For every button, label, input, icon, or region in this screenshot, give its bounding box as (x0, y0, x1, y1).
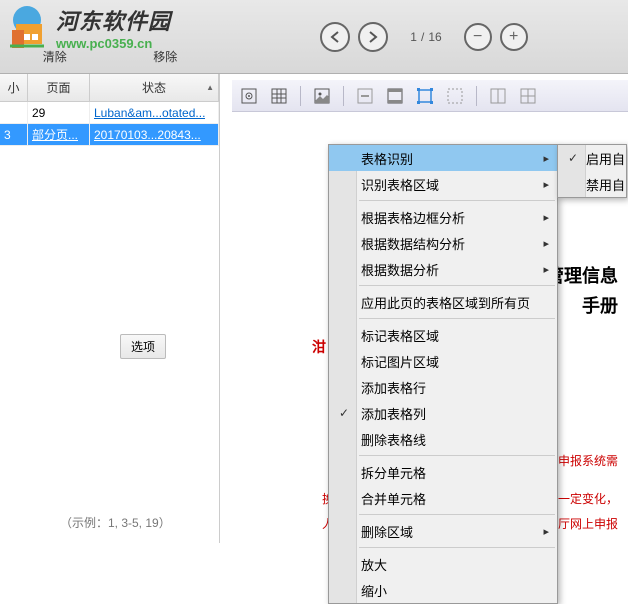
tool-columns-icon[interactable] (487, 85, 509, 107)
tool-crop-icon[interactable] (414, 85, 436, 107)
menu-item[interactable]: 表格识别 (329, 145, 557, 171)
tool-table-icon[interactable] (517, 85, 539, 107)
menu-item[interactable]: 标记表格区域 (329, 322, 557, 348)
menu-item[interactable]: 放大 (329, 551, 557, 577)
watermark-title: 河东软件园 (56, 4, 171, 36)
menu-item[interactable]: 根据数据结构分析 (329, 230, 557, 256)
watermark-url: www.pc0359.cn (56, 36, 171, 51)
menu-item[interactable]: 拆分单元格 (329, 459, 557, 485)
zoom-out-button[interactable]: − (464, 23, 492, 51)
tool-grid-icon[interactable] (268, 85, 290, 107)
tool-image-icon[interactable] (311, 85, 333, 107)
table-row[interactable]: 29 Luban&am...otated... (0, 102, 219, 124)
separator (343, 86, 344, 106)
page-indicator: 1 / 16 (410, 30, 441, 44)
submenu: 启用自禁用自 (557, 144, 627, 198)
tool-dashed-box-icon[interactable] (444, 85, 466, 107)
menu-item[interactable]: 添加表格行 (329, 374, 557, 400)
zoom-in-button[interactable]: + (500, 23, 528, 51)
menu-separator (359, 318, 555, 319)
col-header-size[interactable]: 小 (0, 74, 28, 101)
status-link[interactable]: Luban&am...otated... (94, 106, 205, 120)
menu-separator (359, 455, 555, 456)
separator (300, 86, 301, 106)
menu-item[interactable]: 识别表格区域 (329, 171, 557, 197)
menu-item[interactable]: 根据数据分析 (329, 256, 557, 282)
options-button[interactable]: 选项 (120, 334, 166, 359)
menu-item[interactable]: 根据表格边框分析 (329, 204, 557, 230)
menu-item[interactable]: 缩小 (329, 577, 557, 603)
submenu-item[interactable]: 禁用自 (558, 171, 626, 197)
table-row[interactable]: 3 部分页... 20170103...20843... (0, 124, 219, 146)
watermark-logo-icon (2, 2, 52, 52)
separator (476, 86, 477, 106)
next-page-button[interactable] (358, 22, 388, 52)
doc-text: 泔 (312, 337, 326, 357)
menu-item[interactable]: 删除表格线 (329, 426, 557, 452)
context-menu: 表格识别识别表格区域根据表格边框分析根据数据结构分析根据数据分析应用此页的表格区… (328, 144, 558, 604)
tool-minus-box-icon[interactable] (354, 85, 376, 107)
example-hint: （示例：1, 3-5, 19） (60, 514, 171, 531)
table-header: 小 页面 状态▲ (0, 74, 219, 102)
prev-page-button[interactable] (320, 22, 350, 52)
menu-separator (359, 200, 555, 201)
view-toolbar (232, 80, 628, 112)
col-header-status[interactable]: 状态▲ (90, 74, 219, 101)
menu-item[interactable]: 应用此页的表格区域到所有页 (329, 289, 557, 315)
menu-item[interactable]: 合并单元格 (329, 485, 557, 511)
menu-item[interactable]: 删除区域 (329, 518, 557, 544)
menu-separator (359, 547, 555, 548)
sort-asc-icon: ▲ (206, 83, 214, 92)
current-page[interactable]: 1 (410, 30, 417, 44)
menu-item[interactable]: 标记图片区域 (329, 348, 557, 374)
submenu-item[interactable]: 启用自 (558, 145, 626, 171)
tool-frame-icon[interactable] (384, 85, 406, 107)
total-pages: 16 (428, 30, 441, 44)
doc-text: 申报系统需 (558, 452, 618, 469)
menu-separator (359, 514, 555, 515)
tool-target-icon[interactable] (238, 85, 260, 107)
doc-title-fragment: 手册 (582, 292, 618, 318)
watermark: 河东软件园 www.pc0359.cn (2, 2, 171, 52)
menu-item[interactable]: 添加表格列 (329, 400, 557, 426)
left-panel: 小 页面 状态▲ 29 Luban&am...otated... 3 部分页..… (0, 74, 220, 543)
col-header-page[interactable]: 页面 (28, 74, 90, 101)
status-link[interactable]: 20170103...20843... (94, 128, 201, 142)
menu-separator (359, 285, 555, 286)
